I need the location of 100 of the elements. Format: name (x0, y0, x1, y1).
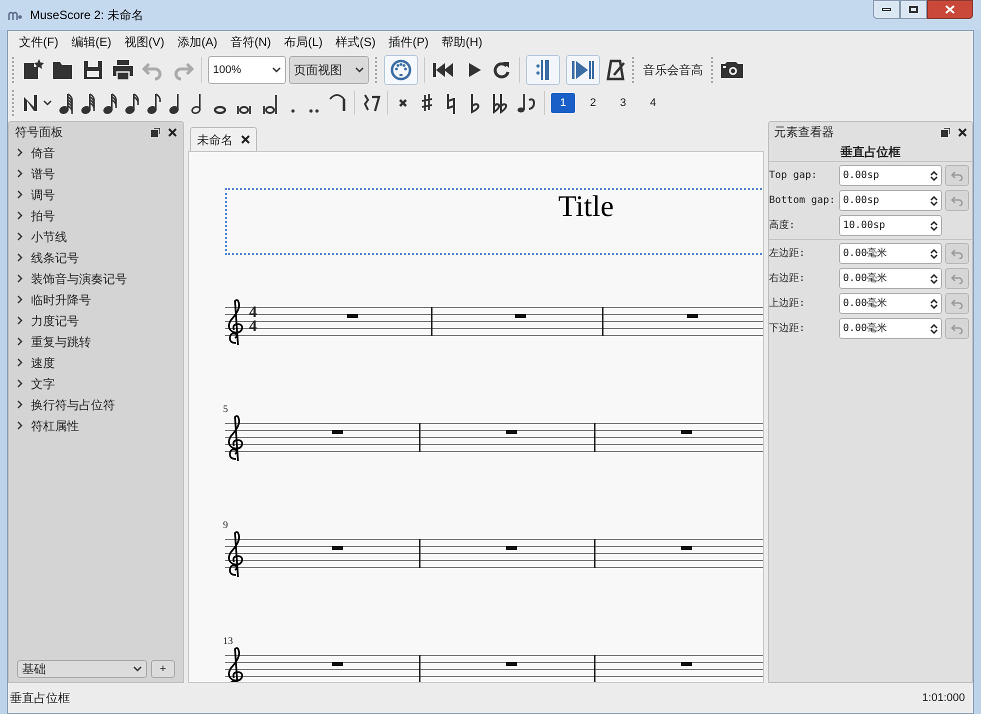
save-icon[interactable] (81, 58, 105, 82)
spin-arrows-icon[interactable] (930, 298, 938, 310)
field-label: 下边距: (769, 322, 806, 336)
palette-category[interactable]: 力度记号 (31, 312, 79, 330)
menu-item[interactable]: 布局(L) (279, 33, 328, 51)
chevron-icon[interactable] (17, 169, 23, 178)
palette-category[interactable]: 调号 (31, 186, 55, 204)
panel-title: 符号面板 (15, 124, 63, 141)
camera-icon[interactable] (720, 60, 744, 80)
double-flat-icon[interactable] (490, 91, 510, 115)
field-label: Top gap: (769, 169, 818, 183)
palette-category[interactable]: 线条记号 (31, 248, 79, 266)
close-icon[interactable] (241, 135, 250, 144)
spin-box[interactable]: 0.00毫米 (839, 318, 942, 339)
palette-category[interactable]: 符杠属性 (31, 416, 79, 434)
spin-box[interactable]: 10.00sp (839, 215, 942, 236)
voice-button[interactable]: 3 (611, 93, 635, 113)
palette-category[interactable]: 谱号 (31, 164, 55, 182)
new-file-icon[interactable] (21, 58, 45, 82)
note-input-button[interactable] (21, 93, 52, 113)
flagged-note-icon[interactable] (80, 91, 96, 115)
menu-item[interactable]: 插件(P) (384, 33, 434, 51)
midi-input-button[interactable] (384, 55, 418, 85)
menu-item[interactable]: 编辑(E) (66, 33, 116, 51)
chevron-icon[interactable] (17, 337, 23, 346)
reset-icon (951, 274, 963, 284)
spin-arrows-icon[interactable] (930, 220, 938, 232)
menu-item[interactable]: 视图(V) (119, 33, 170, 51)
spin-box[interactable]: 0.00sp (839, 190, 942, 211)
chevron-icon[interactable] (17, 295, 23, 304)
palette-category[interactable]: 换行符与占位符 (31, 396, 115, 414)
add-button[interactable]: + (151, 660, 175, 678)
barline (594, 423, 596, 452)
palette-category[interactable]: 文字 (31, 374, 55, 392)
float-icon[interactable] (151, 128, 160, 136)
palette-category[interactable]: 装饰音与演奏记号 (31, 270, 127, 288)
flagged-note-icon[interactable] (102, 91, 118, 115)
spin-arrows-icon[interactable] (930, 272, 938, 284)
voice-button[interactable]: 4 (641, 93, 665, 113)
caret-icon[interactable] (355, 67, 364, 73)
metronome-icon[interactable] (606, 59, 626, 81)
spin-arrows-icon[interactable] (930, 170, 938, 182)
midi-connector-icon (390, 59, 412, 81)
voice-button[interactable]: 2 (581, 93, 605, 113)
palette-category[interactable]: 重复与跳转 (31, 332, 91, 350)
workspace-dropdown[interactable]: 基础 (17, 660, 147, 678)
chevron-icon[interactable] (17, 211, 23, 220)
field-label: 左边距: (769, 246, 806, 261)
chevron-icon[interactable] (17, 148, 23, 157)
barline (594, 655, 596, 682)
chevron-icon[interactable] (17, 421, 23, 430)
view-dropdown[interactable]: 页面视图 (289, 56, 369, 84)
palette-category[interactable]: 速度 (31, 354, 55, 372)
chevron-icon[interactable] (17, 190, 23, 199)
chevron-icon[interactable] (17, 358, 23, 367)
spin-box[interactable]: 0.00毫米 (839, 293, 942, 314)
palette-category[interactable]: 拍号 (31, 206, 55, 224)
palette-category[interactable]: 倚音 (31, 144, 55, 162)
flip-direction-icon[interactable] (516, 91, 538, 115)
zoom-dropdown[interactable]: 100% (208, 56, 286, 84)
spin-arrows-icon[interactable] (930, 194, 938, 206)
spin-arrows-icon[interactable] (930, 248, 938, 260)
spin-box[interactable]: 0.00毫米 (839, 243, 942, 264)
chevron-icon[interactable] (17, 232, 23, 241)
palette-category[interactable]: 临时升降号 (31, 290, 91, 308)
menu-item[interactable]: 样式(S) (330, 33, 381, 51)
chevron-icon[interactable] (17, 274, 23, 283)
pan-score-button[interactable] (566, 55, 600, 85)
float-icon[interactable] (941, 128, 950, 136)
flagged-note-icon[interactable] (58, 91, 74, 115)
cursor-position: 1:01:000 (922, 690, 966, 706)
caret-icon[interactable] (272, 67, 281, 73)
flagged-note-icon[interactable] (124, 91, 140, 115)
chevron-icon[interactable] (17, 400, 23, 409)
chevron-icon[interactable] (17, 379, 23, 388)
caret-icon (43, 100, 52, 106)
close-button[interactable] (927, 0, 973, 19)
menu-item[interactable]: 文件(F) (14, 33, 64, 51)
spin-arrows-icon[interactable] (930, 322, 938, 334)
menu-item[interactable]: 音符(N) (225, 33, 276, 51)
menu-item[interactable]: 帮助(H) (436, 33, 488, 51)
chevron-icon[interactable] (17, 253, 23, 262)
voice-button[interactable]: 1 (551, 93, 575, 113)
barline (594, 539, 596, 568)
flagged-note-icon[interactable] (146, 91, 162, 115)
concert-pitch-button[interactable]: 音乐会音高 (641, 61, 705, 79)
repeat-playback-button[interactable] (526, 55, 560, 85)
measure-number: 9 (223, 521, 229, 531)
spin-box[interactable]: 0.00毫米 (839, 268, 942, 289)
palette-category[interactable]: 小节线 (31, 228, 67, 246)
chevron-icon[interactable] (17, 316, 23, 325)
spin-box[interactable]: 0.00sp (839, 165, 942, 186)
score-tab[interactable]: 未命名 (190, 127, 257, 151)
print-icon[interactable] (111, 58, 135, 82)
minimize-button[interactable] (873, 0, 900, 19)
close-icon[interactable] (958, 128, 967, 136)
caret-icon[interactable] (133, 666, 142, 672)
menu-item[interactable]: 添加(A) (172, 33, 222, 51)
close-icon[interactable] (168, 128, 177, 136)
maximize-button[interactable] (900, 0, 927, 19)
